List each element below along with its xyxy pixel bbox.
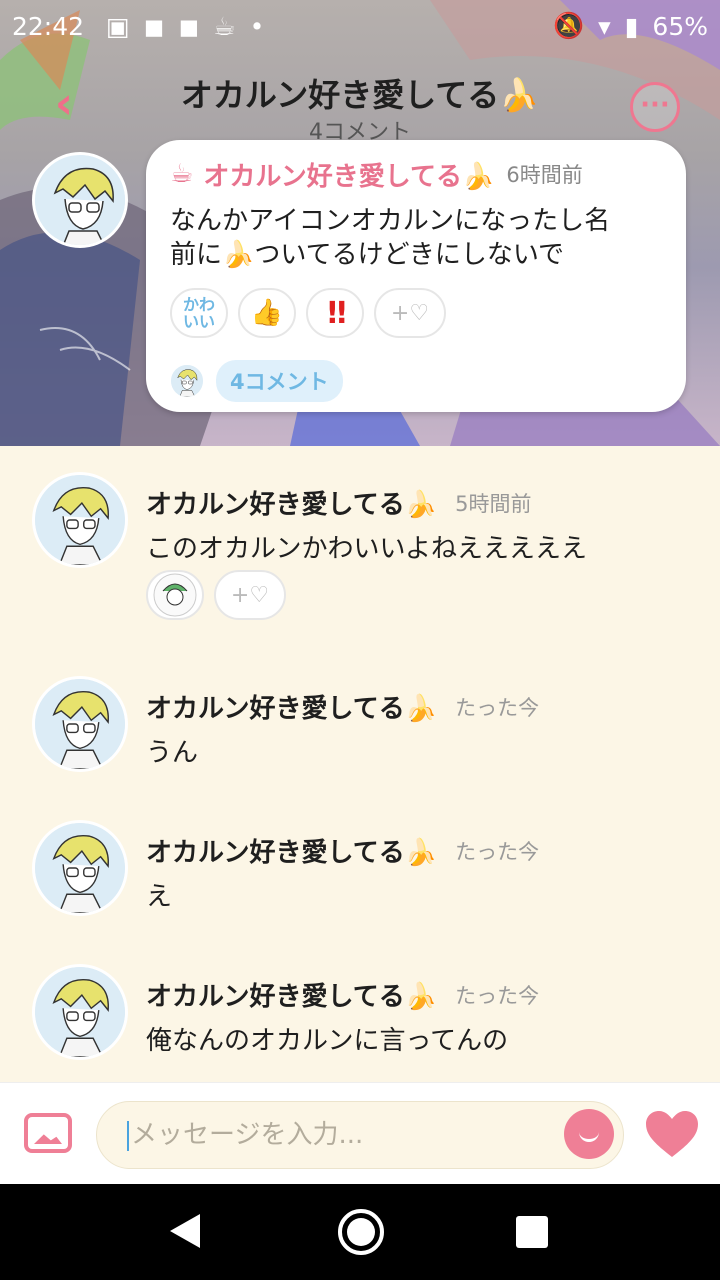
more-options-button[interactable]: ···	[630, 82, 680, 132]
text-caret	[127, 1120, 129, 1151]
comment-avatar[interactable]	[32, 964, 128, 1060]
stamp-button[interactable]	[564, 1109, 614, 1159]
wifi-icon: ▾	[598, 11, 611, 41]
post-time: 6時間前	[506, 163, 583, 187]
like-button[interactable]	[644, 1109, 700, 1159]
original-post-card[interactable]: ☕ オカルン好き愛してる🍌 6時間前 なんかアイコンオカルンになったし名 前に🍌…	[146, 140, 686, 412]
comment-count-chip[interactable]: 4コメント	[216, 360, 343, 402]
image-attach-button[interactable]	[24, 1113, 72, 1153]
avatar-illustration	[35, 475, 125, 565]
avatar-illustration	[35, 967, 125, 1057]
nav-back-button[interactable]	[170, 1214, 200, 1248]
kawaii-stamp-label: かわいい	[182, 295, 215, 331]
mute-icon: 🔕	[552, 11, 585, 40]
add-reaction-button[interactable]: +♡	[374, 288, 446, 338]
avatar-illustration	[35, 823, 125, 913]
app-notification-icon-2: ◼	[178, 11, 200, 41]
system-navigation-bar	[0, 1184, 720, 1280]
cup-notification-icon: ☕	[213, 11, 236, 41]
more-notifications-dot-icon: •	[249, 11, 265, 41]
comment-text: このオカルンかわいいよねえええええ	[146, 534, 587, 564]
add-heart-icon: +♡	[390, 300, 430, 326]
avatar-illustration	[35, 679, 125, 769]
nav-recents-button[interactable]	[516, 1216, 548, 1248]
reaction-thumbs-up[interactable]: 👍	[238, 288, 296, 338]
ellipsis-icon: ···	[640, 90, 670, 120]
gallery-notification-icon: ▣	[106, 11, 130, 41]
post-author-avatar[interactable]	[32, 152, 128, 248]
comment-avatar[interactable]	[32, 676, 128, 772]
status-bar: 22:42 ▣ ◼ ◼ ☕ • 🔕 ▾ ▮ 65%	[0, 0, 720, 52]
comment-author[interactable]: オカルン好き愛してる🍌	[146, 688, 437, 725]
comment-time: たった今	[455, 695, 540, 720]
post-author-name[interactable]: オカルン好き愛してる🍌	[203, 156, 494, 193]
comment-text: え	[146, 882, 173, 912]
reaction-stamp-illustration[interactable]	[146, 570, 204, 620]
thread-title: オカルン好き愛してる🍌	[180, 76, 540, 114]
message-input-placeholder: メッセージを入力...	[131, 1120, 364, 1150]
nav-home-button[interactable]	[338, 1209, 384, 1255]
comment-author[interactable]: オカルン好き愛してる🍌	[146, 832, 437, 869]
post-body-line: なんかアイコンオカルンになったし名	[170, 206, 611, 236]
comment-time: たった今	[455, 839, 540, 864]
post-reactions: かわいい 👍 ‼ +♡	[170, 288, 662, 338]
message-input[interactable]: メッセージを入力...	[96, 1101, 624, 1169]
reaction-kawaii[interactable]: かわいい	[170, 288, 228, 338]
message-input-bar: メッセージを入力...	[0, 1082, 720, 1184]
comment-reactions: +♡	[146, 570, 286, 620]
commenter-avatar	[170, 364, 204, 398]
comment-time: 5時間前	[455, 491, 532, 516]
cup-icon: ☕	[170, 159, 194, 189]
add-reaction-button[interactable]: +♡	[214, 570, 286, 620]
add-heart-icon: +♡	[230, 582, 270, 608]
double-exclamation-icon: ‼	[327, 295, 347, 331]
avatar-illustration	[171, 365, 203, 397]
comment-avatar[interactable]	[32, 472, 128, 568]
comment-time: たった今	[455, 983, 540, 1008]
thumbs-up-icon: 👍	[250, 298, 284, 328]
comment-author[interactable]: オカルン好き愛してる🍌	[146, 484, 437, 521]
status-time: 22:42	[12, 11, 85, 41]
post-body: なんかアイコンオカルンになったし名 前に🍌ついてるけどきにしないで	[170, 204, 662, 272]
stamp-character-icon	[153, 573, 197, 617]
battery-percent: 65%	[652, 11, 708, 41]
post-comment-summary[interactable]: 4コメント	[170, 360, 662, 402]
comment-author[interactable]: オカルン好き愛してる🍌	[146, 976, 437, 1013]
comment-avatar[interactable]	[32, 820, 128, 916]
reaction-exclamation[interactable]: ‼	[306, 288, 364, 338]
post-body-line: 前に🍌ついてるけどきにしないで	[170, 240, 565, 270]
battery-icon: ▮	[624, 11, 639, 41]
app-notification-icon: ◼	[143, 11, 165, 41]
comment-text: うん	[146, 738, 199, 768]
heart-icon	[646, 1111, 698, 1157]
comment-text: 俺なんのオカルンに言ってんの	[146, 1026, 509, 1056]
